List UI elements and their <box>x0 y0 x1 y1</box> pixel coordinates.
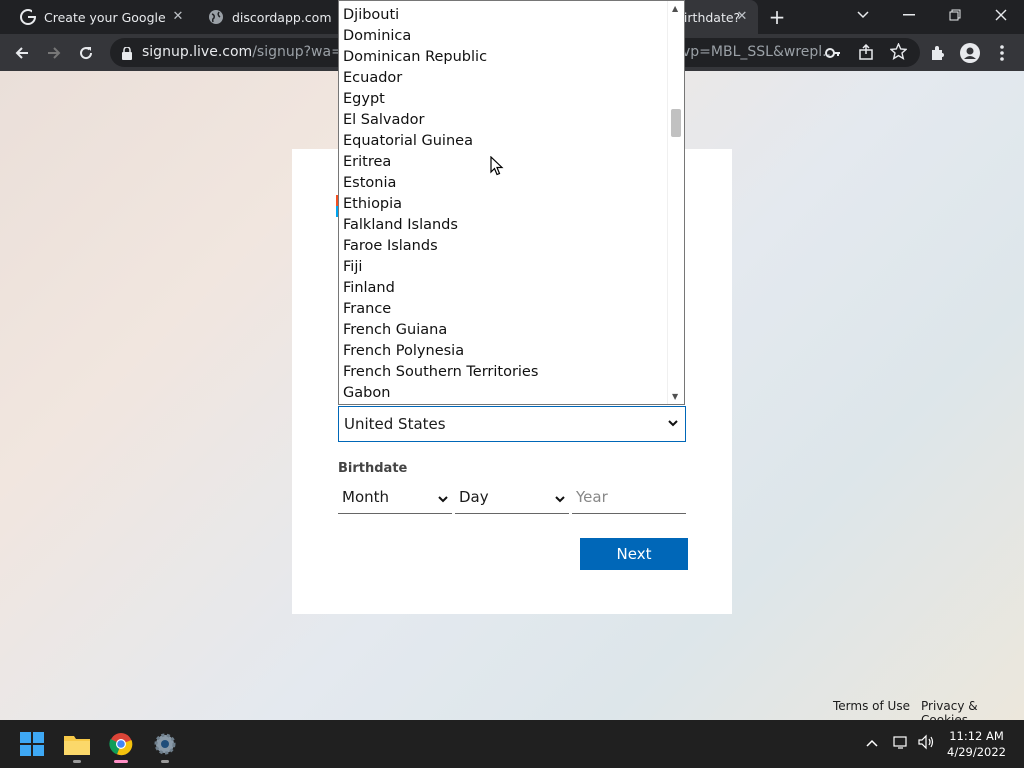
active-indicator <box>114 760 128 763</box>
list-item[interactable]: Fiji <box>343 257 362 278</box>
volume-icon[interactable] <box>918 734 936 754</box>
country-select[interactable]: United States <box>338 406 686 442</box>
chevron-down-icon <box>438 496 448 503</box>
country-dropdown-list[interactable]: Djibouti Dominica Dominican Republic Ecu… <box>338 0 685 405</box>
list-item[interactable]: Ecuador <box>343 68 402 89</box>
list-item[interactable]: French Polynesia <box>343 341 464 362</box>
profile-avatar[interactable] <box>957 40 983 66</box>
windows-taskbar: 11:12 AM 4/29/2022 <box>0 720 1024 768</box>
next-button[interactable]: Next <box>580 538 688 570</box>
chevron-down-icon <box>668 420 678 427</box>
day-select[interactable]: Day <box>455 482 569 514</box>
forward-icon[interactable] <box>41 40 67 66</box>
list-item[interactable]: Finland <box>343 278 395 299</box>
tab-search-icon[interactable] <box>840 0 886 30</box>
tab-discord[interactable]: discordapp.com <box>198 0 338 34</box>
scroll-up-icon[interactable]: ▲ <box>672 4 678 13</box>
clock-time: 11:12 AM <box>949 729 1004 743</box>
list-item[interactable]: Eritrea <box>343 152 391 173</box>
tab-title: Create your Google Ac <box>44 9 168 25</box>
month-select[interactable]: Month <box>338 482 452 514</box>
list-item[interactable]: French Guiana <box>343 320 447 341</box>
list-item[interactable]: French Southern Territories <box>343 362 538 383</box>
close-icon[interactable]: ✕ <box>734 9 750 25</box>
year-input[interactable]: Year <box>572 482 686 514</box>
google-icon <box>20 9 36 25</box>
back-icon[interactable] <box>9 40 35 66</box>
chevron-down-icon <box>555 496 565 503</box>
day-value: Day <box>459 488 489 506</box>
network-icon[interactable] <box>893 734 909 754</box>
tab-title: birthdate? <box>676 9 741 25</box>
list-item[interactable]: Estonia <box>343 173 396 194</box>
globe-icon <box>208 9 224 25</box>
list-item[interactable]: El Salvador <box>343 110 424 131</box>
country-value: United States <box>344 415 446 433</box>
list-item[interactable]: France <box>343 299 391 320</box>
list-item[interactable]: Equatorial Guinea <box>343 131 473 152</box>
share-icon[interactable] <box>858 43 874 64</box>
dropdown-scrollbar[interactable]: ▲ ▼ <box>667 1 684 404</box>
list-item[interactable]: Djibouti <box>343 5 399 26</box>
list-item[interactable]: Falkland Islands <box>343 215 458 236</box>
running-indicator <box>161 760 169 763</box>
settings-gear-icon[interactable] <box>149 728 181 763</box>
extensions-icon[interactable] <box>925 40 951 66</box>
url-tail: vp=MBL_SSL&wrepl... <box>682 44 836 60</box>
list-item[interactable]: Faroe Islands <box>343 236 438 257</box>
year-placeholder: Year <box>576 488 608 506</box>
month-value: Month <box>342 488 390 506</box>
chrome-icon[interactable] <box>105 728 137 763</box>
list-item[interactable]: Egypt <box>343 89 385 110</box>
url-text: signup.live.com/signup?wa=wsi <box>142 44 366 60</box>
system-clock[interactable]: 11:12 AM 4/29/2022 <box>947 728 1006 760</box>
bookmark-star-icon[interactable] <box>889 42 908 64</box>
clock-date: 4/29/2022 <box>947 745 1006 759</box>
key-icon[interactable] <box>825 45 841 64</box>
mouse-cursor-icon <box>490 155 504 180</box>
scroll-down-icon[interactable]: ▼ <box>672 392 678 401</box>
menu-kebab-icon[interactable] <box>989 40 1015 66</box>
tab-google[interactable]: Create your Google Ac ✕ <box>12 0 194 34</box>
list-item[interactable]: Gabon <box>343 383 390 404</box>
new-tab-button[interactable]: + <box>766 6 788 28</box>
list-item[interactable]: Ethiopia <box>343 194 402 215</box>
file-explorer-icon[interactable] <box>61 728 93 763</box>
birthdate-label: Birthdate <box>338 461 408 476</box>
restore-icon[interactable] <box>932 0 978 30</box>
running-indicator <box>73 760 81 763</box>
terms-link[interactable]: Terms of Use <box>833 699 910 713</box>
close-icon[interactable]: ✕ <box>170 9 186 25</box>
close-window-icon[interactable] <box>978 0 1024 30</box>
tab-title: discordapp.com <box>232 9 332 25</box>
list-item[interactable]: Dominican Republic <box>343 47 487 68</box>
minimize-icon[interactable] <box>886 0 932 30</box>
reload-icon[interactable] <box>73 40 99 66</box>
scroll-thumb[interactable] <box>671 109 681 137</box>
chevron-up-icon[interactable] <box>866 735 878 751</box>
windows-start-icon[interactable] <box>16 728 48 760</box>
privacy-link[interactable]: Privacy & Cookies <box>921 699 1024 720</box>
lock-icon <box>122 45 132 64</box>
list-item[interactable]: Dominica <box>343 26 411 47</box>
